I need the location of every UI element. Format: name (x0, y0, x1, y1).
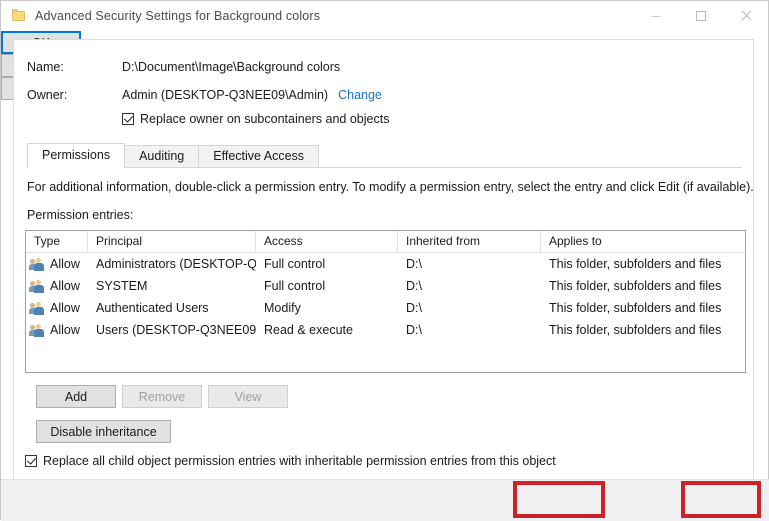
dialog-footer (1, 479, 769, 521)
cell-applies-to: This folder, subfolders and files (541, 279, 745, 293)
list-header-row: Type Principal Access Inherited from App… (26, 231, 745, 253)
cell-inherited-from: D:\ (398, 279, 541, 293)
close-icon[interactable] (723, 1, 768, 31)
cell-type: Allow (50, 323, 80, 337)
cell-applies-to: This folder, subfolders and files (541, 323, 745, 337)
owner-value: Admin (DESKTOP-Q3NEE09\Admin) (122, 88, 328, 102)
cell-type: Allow (50, 301, 80, 315)
owner-label: Owner: (27, 88, 122, 102)
replace-child-checkbox[interactable] (25, 455, 37, 467)
cell-principal: Administrators (DESKTOP-Q3... (88, 257, 256, 271)
cell-principal: SYSTEM (88, 279, 256, 293)
cell-inherited-from: D:\ (398, 301, 541, 315)
table-row[interactable]: Allow Administrators (DESKTOP-Q3... Full… (26, 253, 745, 275)
cell-access: Full control (256, 279, 398, 293)
column-header-applies-to[interactable]: Applies to (541, 231, 745, 252)
cell-inherited-from: D:\ (398, 323, 541, 337)
permission-entries-list[interactable]: Type Principal Access Inherited from App… (25, 230, 746, 373)
minimize-icon[interactable] (633, 1, 678, 31)
cell-applies-to: This folder, subfolders and files (541, 257, 745, 271)
cell-principal: Users (DESKTOP-Q3NEE09\Us... (88, 323, 256, 337)
tab-auditing[interactable]: Auditing (124, 145, 199, 167)
replace-owner-checkbox-row[interactable]: Replace owner on subcontainers and objec… (122, 112, 753, 126)
maximize-icon[interactable] (678, 1, 723, 31)
column-header-access[interactable]: Access (256, 231, 398, 252)
users-icon (30, 258, 45, 271)
disable-inheritance-button[interactable]: Disable inheritance (36, 420, 171, 443)
column-header-principal[interactable]: Principal (88, 231, 256, 252)
table-row[interactable]: Allow SYSTEM Full control D:\ This folde… (26, 275, 745, 297)
users-icon (30, 302, 45, 315)
name-value: D:\Document\Image\Background colors (122, 60, 340, 74)
users-icon (30, 324, 45, 337)
cell-applies-to: This folder, subfolders and files (541, 301, 745, 315)
permission-entries-label: Permission entries: (27, 208, 133, 222)
cell-access: Read & execute (256, 323, 398, 337)
tab-strip: Permissions Auditing Effective Access (27, 143, 742, 168)
cell-inherited-from: D:\ (398, 257, 541, 271)
advanced-security-settings-dialog: Advanced Security Settings for Backgroun… (0, 0, 769, 520)
replace-child-checkbox-row[interactable]: Replace all child object permission entr… (25, 454, 556, 468)
title-bar: Advanced Security Settings for Backgroun… (1, 1, 768, 31)
owner-row: Owner: Admin (DESKTOP-Q3NEE09\Admin) Cha… (27, 88, 753, 102)
remove-button: Remove (122, 385, 202, 408)
table-row[interactable]: Allow Users (DESKTOP-Q3NEE09\Us... Read … (26, 319, 745, 341)
window-controls (633, 1, 768, 31)
cell-access: Full control (256, 257, 398, 271)
replace-child-label: Replace all child object permission entr… (43, 454, 556, 468)
cell-principal: Authenticated Users (88, 301, 256, 315)
add-button[interactable]: Add (36, 385, 116, 408)
info-text: For additional information, double-click… (27, 180, 754, 194)
column-header-type[interactable]: Type (26, 231, 88, 252)
users-icon (30, 280, 45, 293)
replace-owner-checkbox[interactable] (122, 113, 134, 125)
name-label: Name: (27, 60, 122, 74)
table-row[interactable]: Allow Authenticated Users Modify D:\ Thi… (26, 297, 745, 319)
change-owner-link[interactable]: Change (338, 88, 382, 102)
cell-type: Allow (50, 279, 80, 293)
folder-icon (11, 8, 27, 24)
view-button: View (208, 385, 288, 408)
cell-type: Allow (50, 257, 80, 271)
dialog-content-panel: Name: D:\Document\Image\Background color… (13, 39, 754, 479)
cell-access: Modify (256, 301, 398, 315)
tab-effective-access[interactable]: Effective Access (198, 145, 319, 167)
name-row: Name: D:\Document\Image\Background color… (27, 60, 753, 74)
column-header-inherited-from[interactable]: Inherited from (398, 231, 541, 252)
tab-permissions[interactable]: Permissions (27, 143, 125, 167)
replace-owner-label: Replace owner on subcontainers and objec… (140, 112, 389, 126)
window-title: Advanced Security Settings for Backgroun… (35, 9, 320, 23)
